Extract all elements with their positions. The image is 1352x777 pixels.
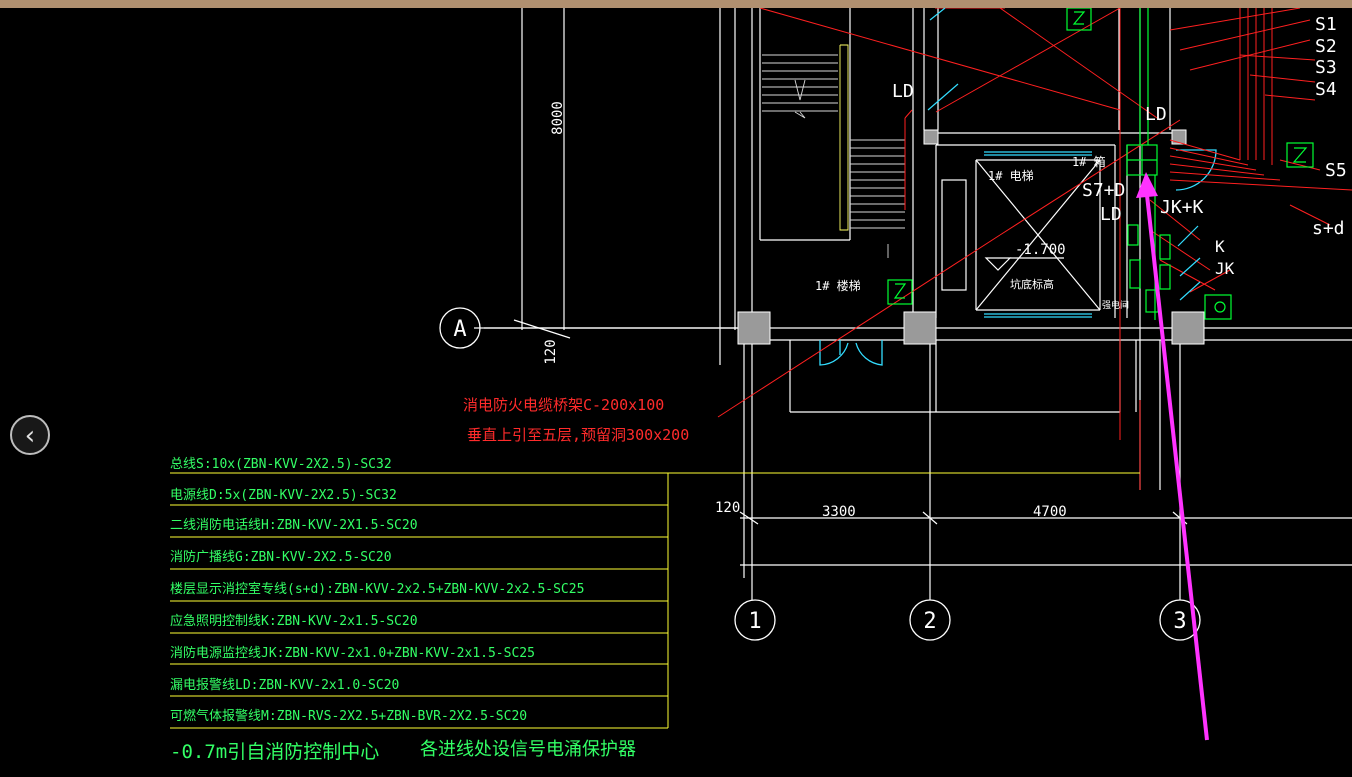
footer-left-note: -0.7m引自消防控制中心 [170,741,379,763]
label-electric-room: 强电间 [1102,299,1129,311]
label-s7d: S7+D [1082,180,1125,201]
label-pit-level: -1.700 [1015,242,1066,258]
label-k: K [1215,237,1225,256]
legend-row-1: 电源线D:5x(ZBN-KVV-2X2.5)-SC32 [170,488,397,503]
structural-columns [737,129,1205,345]
label-jkk: JK+K [1160,197,1204,218]
label-ld-shaft: LD [1100,204,1122,225]
dim-8000: 8000 [550,101,566,135]
legend-row-5: 应急照明控制线K:ZBN-KVV-2x1.5-SC20 [170,613,418,629]
footer-right-note: 各进线处设信号电涌保护器 [420,739,636,760]
label-s2: S2 [1315,36,1337,57]
label-ld-left: LD [892,81,914,102]
back-button[interactable]: ‹ [10,415,50,455]
dim-120-a: 120 [543,339,559,364]
legend-row-6: 消防电源监控线JK:ZBN-KVV-2x1.0+ZBN-KVV-2x1.5-SC… [170,645,535,661]
label-ld-top: LD [1145,104,1167,125]
axis-label-2: 2 [923,609,936,634]
legend-row-7: 漏电报警线LD:ZBN-KVV-2x1.0-SC20 [170,677,399,693]
cad-drawing-canvas[interactable]: A 1 2 3 8000 120 120 3300 4700 1# 楼梯 1# … [0,8,1352,777]
legend-row-8: 可燃气体报警线M:ZBN-RVS-2X2.5+ZBN-BVR-2X2.5-SC2… [170,708,527,724]
pointer-arrow-icon [1136,172,1209,741]
legend-row-3: 消防广播线G:ZBN-KVV-2X2.5-SC20 [170,549,392,565]
legend-row-0: 总线S:10x(ZBN-KVV-2X2.5)-SC32 [170,457,392,472]
label-stair: 1# 楼梯 [815,278,861,293]
cable-legend: 总线S:10x(ZBN-KVV-2X2.5)-SC32 电源线D:5x(ZBN-… [170,457,1140,763]
axis-label-a: A [453,317,466,342]
annotation-tray-2: 垂直上引至五层,预留洞300x200 [467,426,689,444]
annotation-tray-1: 消电防火电缆桥架C-200x100 [463,396,664,414]
dim-120-bottom: 120 [715,500,740,516]
label-s1: S1 [1315,14,1337,35]
legend-row-2: 二线消防电话线H:ZBN-KVV-2X1.5-SC20 [170,517,418,533]
label-pit: 坑底标高 [1010,277,1054,291]
label-elevator: 1# 电梯 [988,169,1034,183]
label-sd: s+d [1312,218,1345,239]
dim-4700: 4700 [1033,504,1067,520]
label-s4: S4 [1315,79,1337,100]
axis-label-3: 3 [1173,609,1186,634]
label-s3: S3 [1315,57,1337,78]
axis-label-1: 1 [748,609,761,634]
label-s5: S5 [1325,160,1347,181]
label-cabinet: 1# 箱 [1072,154,1106,169]
label-jk: JK [1215,259,1235,278]
legend-row-4: 楼层显示消控室专线(s+d):ZBN-KVV-2x2.5+ZBN-KVV-2x2… [170,581,584,597]
dim-3300: 3300 [822,504,856,520]
window-top-bar [0,0,1352,8]
